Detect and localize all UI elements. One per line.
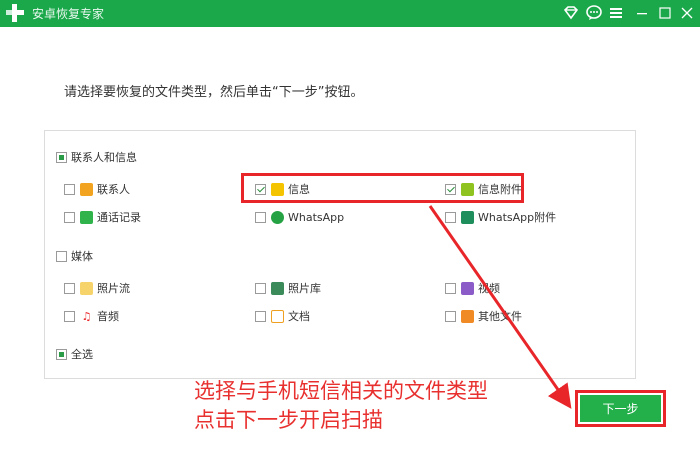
item-photo-stream[interactable]: 照片流 <box>64 280 130 296</box>
select-all-label: 全选 <box>71 348 93 361</box>
item-label: 照片流 <box>97 282 130 295</box>
highlight-box-messages <box>241 173 524 203</box>
chat-icon[interactable] <box>585 4 603 22</box>
item-label: WhatsApp <box>288 210 345 224</box>
select-all[interactable]: 全选 <box>56 346 93 362</box>
item-label: 其他文件 <box>478 310 522 323</box>
other-files-icon <box>461 309 474 323</box>
photo-stream-icon <box>80 281 93 295</box>
close-icon[interactable] <box>678 4 696 22</box>
item-video[interactable]: 视频 <box>445 280 500 296</box>
item-call-logs[interactable]: 通话记录 <box>64 209 141 225</box>
group-media[interactable]: 媒体 <box>56 248 93 264</box>
item-audio[interactable]: ♫ 音频 <box>64 308 119 324</box>
title-bar: 安卓恢复专家 <box>0 0 700 27</box>
group-checkbox[interactable] <box>56 151 67 163</box>
annotation-line-2: 点击下一步开启扫描 <box>194 408 383 432</box>
item-whatsapp-attachments[interactable]: WhatsApp附件 <box>445 209 556 225</box>
app-logo-icon <box>6 4 24 22</box>
music-note-icon: ♫ <box>80 309 93 323</box>
minimize-icon[interactable] <box>633 4 651 22</box>
file-type-panel: 联系人和信息 联系人 信息 信息附件 通话记录 WhatsApp WhatsAp… <box>44 130 636 379</box>
item-label: 联系人 <box>97 183 130 196</box>
item-label: 视频 <box>478 282 500 295</box>
item-photo-library[interactable]: 照片库 <box>255 280 321 296</box>
whatsapp-icon <box>271 210 284 224</box>
item-label: 音频 <box>97 310 119 323</box>
item-label: 通话记录 <box>97 211 141 224</box>
item-label: 文档 <box>288 310 310 323</box>
select-all-checkbox[interactable] <box>56 348 67 360</box>
annotation-line-1: 选择与手机短信相关的文件类型 <box>194 379 488 403</box>
whatsapp-attachment-icon <box>461 210 474 224</box>
phone-icon <box>80 210 93 224</box>
item-documents[interactable]: 文档 <box>255 308 310 324</box>
item-whatsapp[interactable]: WhatsApp <box>255 209 344 225</box>
next-button[interactable]: 下一步 <box>580 395 661 422</box>
diamond-icon[interactable] <box>562 4 580 22</box>
video-icon <box>461 281 474 295</box>
instruction-text: 请选择要恢复的文件类型，然后单击“下一步”按钮。 <box>64 85 364 100</box>
app-title: 安卓恢复专家 <box>32 7 105 21</box>
checkbox[interactable] <box>445 211 456 223</box>
item-label: WhatsApp附件 <box>478 211 557 224</box>
contacts-icon <box>80 182 93 196</box>
group-checkbox[interactable] <box>56 250 67 262</box>
item-label: 照片库 <box>288 282 321 295</box>
group-contacts-messages[interactable]: 联系人和信息 <box>56 149 137 165</box>
photo-library-icon <box>271 281 284 295</box>
item-other-files[interactable]: 其他文件 <box>445 308 522 324</box>
document-icon <box>271 309 284 323</box>
checkbox[interactable] <box>255 310 266 322</box>
item-contacts[interactable]: 联系人 <box>64 181 130 197</box>
checkbox[interactable] <box>255 282 266 294</box>
group-label: 联系人和信息 <box>71 151 137 164</box>
checkbox[interactable] <box>255 211 266 223</box>
checkbox[interactable] <box>64 282 75 294</box>
checkbox[interactable] <box>445 310 456 322</box>
checkbox[interactable] <box>445 282 456 294</box>
checkbox[interactable] <box>64 183 75 195</box>
menu-icon[interactable] <box>607 4 625 22</box>
group-label: 媒体 <box>71 250 93 263</box>
maximize-icon[interactable] <box>656 4 674 22</box>
checkbox[interactable] <box>64 310 75 322</box>
checkbox[interactable] <box>64 211 75 223</box>
